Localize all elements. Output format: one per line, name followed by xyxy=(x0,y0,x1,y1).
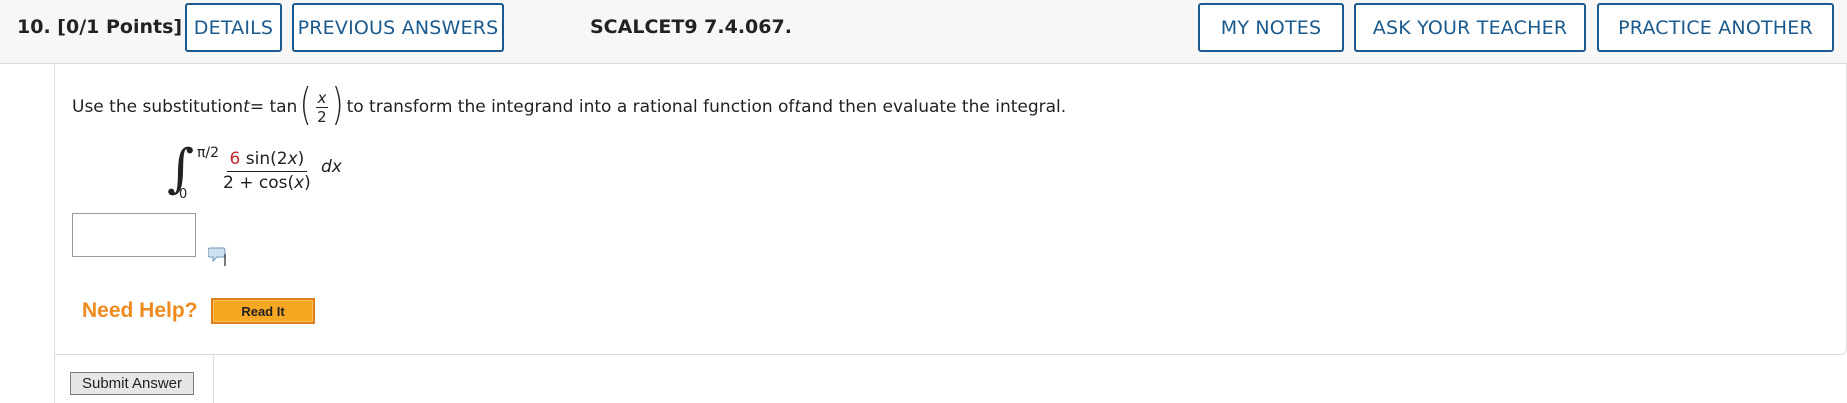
prompt-var-t: t xyxy=(243,97,250,117)
differential: dx xyxy=(321,157,342,177)
integrand-denominator: 2 + cos(x) xyxy=(223,172,311,194)
my-notes-button[interactable]: MY NOTES xyxy=(1198,3,1344,52)
practice-another-button[interactable]: PRACTICE ANOTHER xyxy=(1597,3,1834,52)
footer-divider xyxy=(213,355,214,403)
denominator-variable: x xyxy=(294,173,305,193)
integral-expression: ∫ π/2 0 6 sin(2x) 2 + cos(x) dx xyxy=(167,143,397,203)
numerator-coefficient: 6 xyxy=(229,149,241,169)
comment-icon[interactable] xyxy=(208,246,226,266)
problem-code: SCALCET9 7.4.067. xyxy=(590,16,792,38)
read-it-button[interactable]: Read It xyxy=(211,298,315,324)
right-paren: ) xyxy=(331,79,344,130)
submit-answer-button[interactable]: Submit Answer xyxy=(70,372,194,395)
question-number-text: 10. xyxy=(17,16,51,38)
lower-limit: 0 xyxy=(179,187,188,202)
prompt-text-1: Use the substitution xyxy=(72,97,244,117)
prompt-text-2: to transform the integrand into a ration… xyxy=(346,97,795,117)
numerator-function: sin(2 xyxy=(240,149,288,169)
question-prompt: Use the substitution t = tan ( x 2 ) to … xyxy=(72,79,1067,130)
prompt-var-t-2: t xyxy=(794,97,802,117)
prompt-text-3: and then evaluate the integral. xyxy=(801,97,1067,117)
points-text: [0/1 Points] xyxy=(57,16,183,38)
denominator-text: 2 + cos( xyxy=(223,173,295,193)
left-paren: ( xyxy=(299,79,312,130)
prompt-tan: = tan xyxy=(249,97,298,117)
previous-answers-button[interactable]: PREVIOUS ANSWERS xyxy=(292,3,504,52)
ask-your-teacher-button[interactable]: ASK YOUR TEACHER xyxy=(1354,3,1586,52)
question-header: 10. [0/1 Points] DETAILS PREVIOUS ANSWER… xyxy=(0,0,1847,64)
answer-input[interactable] xyxy=(72,213,196,257)
denominator-close: ) xyxy=(304,173,311,193)
fraction-denominator: 2 xyxy=(317,107,327,126)
details-button[interactable]: DETAILS xyxy=(185,3,282,52)
question-number: 10. [0/1 Points] xyxy=(17,16,182,38)
upper-limit: π/2 xyxy=(197,145,220,161)
fraction-numerator: x xyxy=(315,88,329,108)
need-help-label: Need Help? xyxy=(82,299,198,322)
integrand-numerator: 6 sin(2x) xyxy=(226,149,308,172)
integrand-fraction: 6 sin(2x) 2 + cos(x) xyxy=(223,149,311,194)
x-over-2-fraction: x 2 xyxy=(315,88,329,126)
numerator-close: ) xyxy=(297,149,305,169)
numerator-variable: x xyxy=(287,149,298,169)
